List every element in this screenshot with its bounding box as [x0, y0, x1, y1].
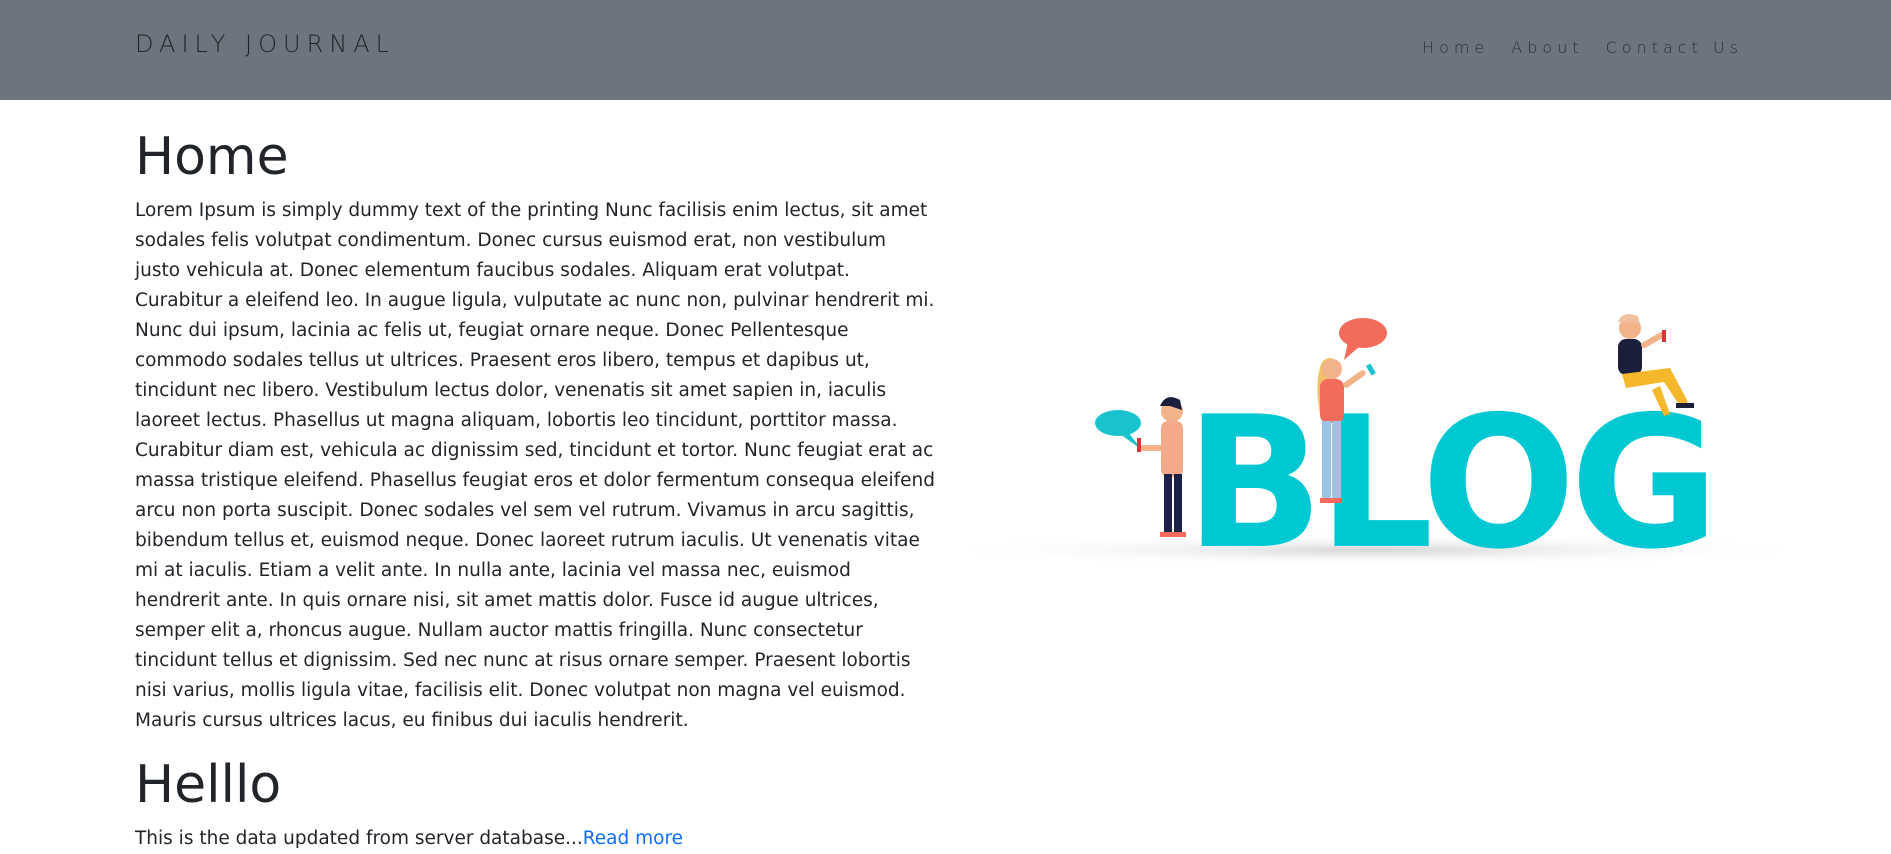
blog-illustration-svg: BLOG	[935, 314, 1815, 589]
page-title: Home	[135, 127, 289, 187]
post-excerpt-text: This is the data updated from server dat…	[135, 827, 583, 849]
nav-links: Home About Contact Us	[1422, 38, 1743, 57]
speech-bubble-icon	[1095, 410, 1142, 450]
blog-hero-illustration: BLOG	[935, 310, 1850, 589]
page-body-text: Lorem Ipsum is simply dummy text of the …	[135, 199, 935, 731]
post-title: Helllo	[135, 754, 282, 815]
post-item: Helllo This is the data updated from ser…	[135, 754, 935, 854]
blog-word: BLOG	[1185, 377, 1713, 580]
chat-bubble-icon	[1339, 318, 1387, 360]
nav-link-contact[interactable]: Contact Us	[1606, 38, 1743, 57]
nav-link-about[interactable]: About	[1511, 38, 1583, 57]
brand-logo[interactable]: DAILY JOURNAL	[135, 30, 395, 58]
read-more-link[interactable]: Read more	[583, 828, 683, 849]
main-content: Home Lorem Ipsum is simply dummy text of…	[135, 118, 935, 854]
nav-link-home[interactable]: Home	[1422, 38, 1489, 57]
person-left-icon	[1137, 397, 1186, 537]
navbar: DAILY JOURNAL Home About Contact Us	[0, 0, 1891, 100]
post-excerpt: This is the data updated from server dat…	[135, 824, 935, 854]
